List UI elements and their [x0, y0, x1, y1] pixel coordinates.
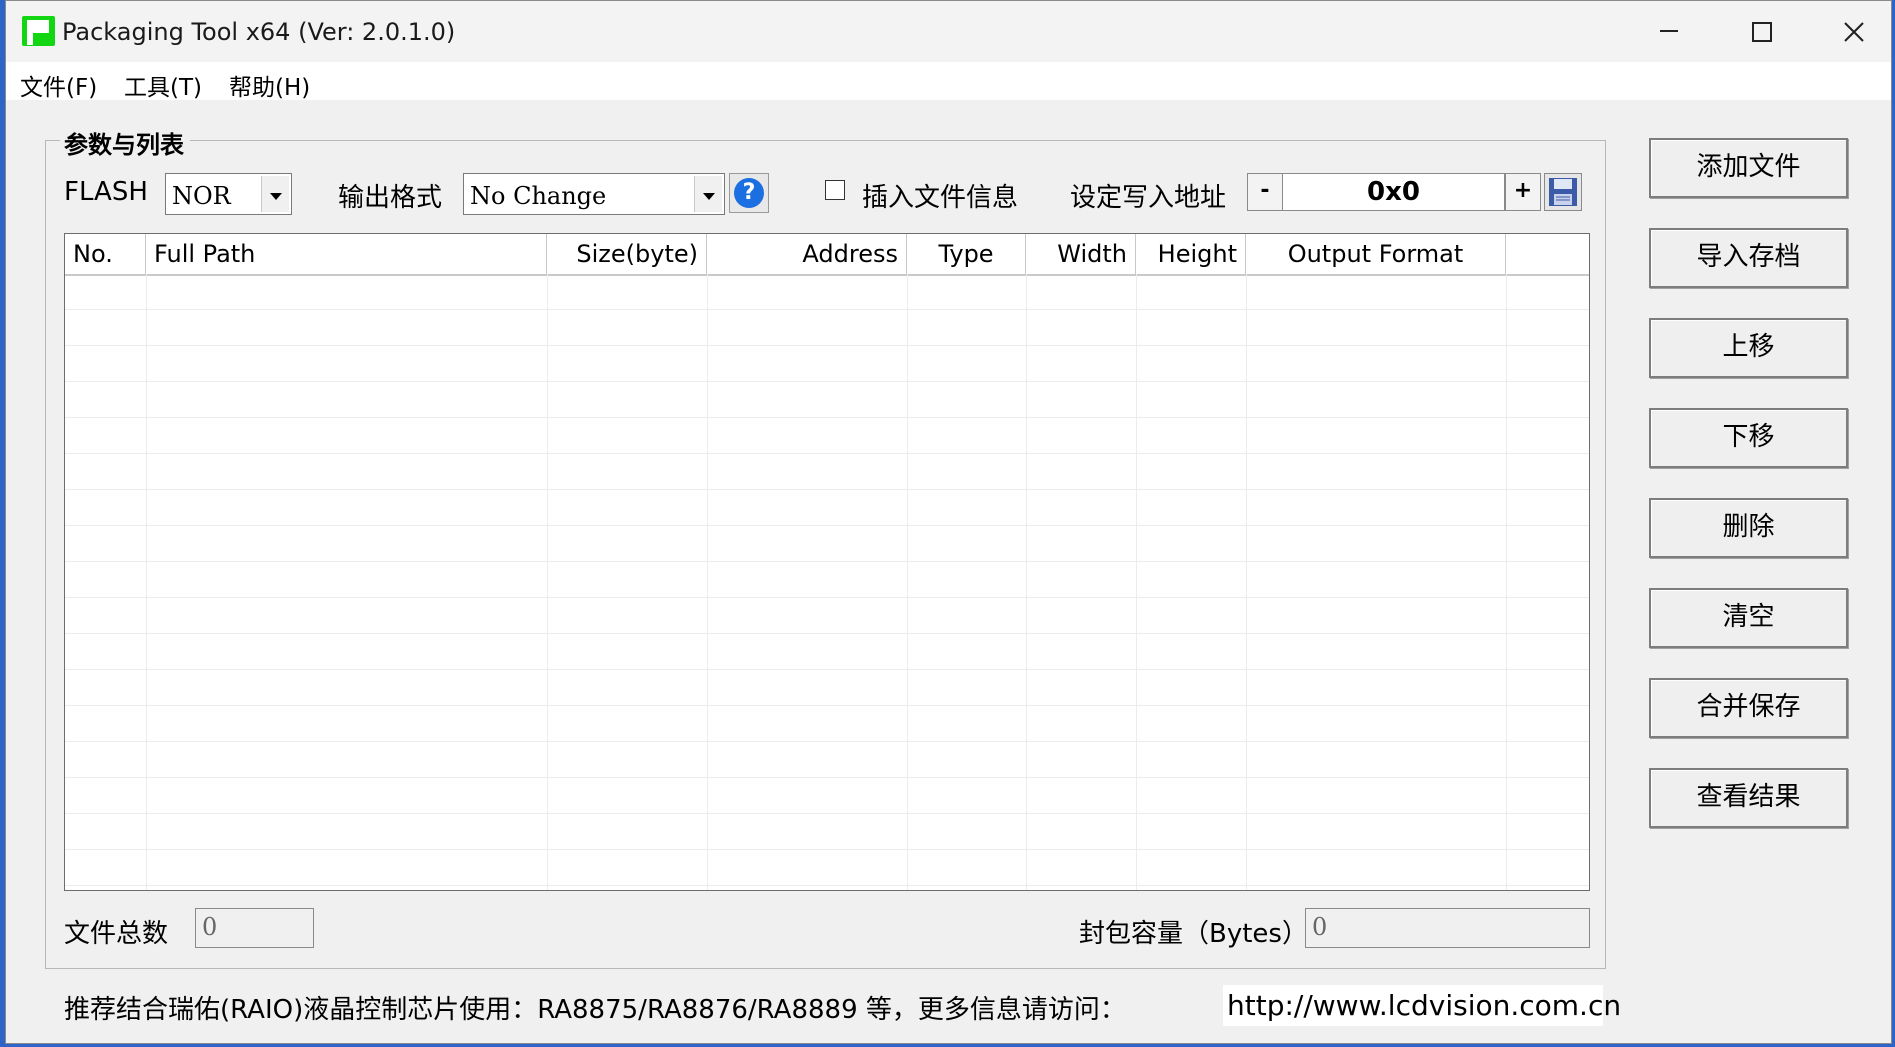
col-size[interactable]: Size(byte) [547, 234, 707, 274]
package-capacity-field: 0 [1305, 908, 1590, 948]
write-address-label: 设定写入地址 [1070, 183, 1227, 213]
total-files-field: 0 [195, 908, 314, 948]
output-format-select[interactable]: No Change [463, 173, 725, 215]
table-row[interactable] [65, 310, 1589, 346]
import-archive-button[interactable]: 导入存档 [1649, 228, 1848, 288]
flash-label: FLASH [64, 177, 148, 207]
group-title: 参数与列表 [60, 125, 190, 160]
address-increment-button[interactable]: + [1505, 173, 1541, 211]
table-row[interactable] [65, 418, 1589, 454]
chevron-down-icon[interactable] [694, 176, 722, 212]
table-row[interactable] [65, 562, 1589, 598]
address-decrement-button[interactable]: - [1247, 173, 1283, 211]
chevron-down-icon[interactable] [261, 176, 289, 212]
view-result-button[interactable]: 查看结果 [1649, 768, 1848, 828]
help-button[interactable]: ? [729, 173, 769, 213]
col-output-format[interactable]: Output Format [1246, 234, 1506, 274]
col-type[interactable]: Type [907, 234, 1026, 274]
table-row[interactable] [65, 670, 1589, 706]
add-file-button[interactable]: 添加文件 [1649, 138, 1848, 198]
table-row[interactable] [65, 634, 1589, 670]
website-link[interactable]: http://www.lcdvision.com.cn [1223, 985, 1621, 1026]
question-mark-icon: ? [734, 178, 764, 208]
delete-button[interactable]: 删除 [1649, 498, 1848, 558]
table-row[interactable] [65, 850, 1589, 886]
col-extra[interactable] [1506, 234, 1589, 274]
table-row[interactable] [65, 706, 1589, 742]
table-row[interactable] [65, 526, 1589, 562]
move-up-button[interactable]: 上移 [1649, 318, 1848, 378]
recommend-text: 推荐结合瑞佑(RAIO)液晶控制芯片使用：RA8875/RA8876/RA888… [64, 995, 1126, 1025]
save-address-button[interactable] [1544, 173, 1582, 211]
table-row[interactable] [65, 778, 1589, 814]
table-header: No. Full Path Size(byte) Address Type Wi… [65, 234, 1589, 276]
table-row[interactable] [65, 598, 1589, 634]
col-address[interactable]: Address [707, 234, 907, 274]
file-table[interactable]: No. Full Path Size(byte) Address Type Wi… [64, 233, 1590, 891]
table-row[interactable] [65, 454, 1589, 490]
table-row[interactable] [65, 490, 1589, 526]
table-row[interactable] [65, 814, 1589, 850]
col-width[interactable]: Width [1026, 234, 1136, 274]
merge-save-button[interactable]: 合并保存 [1649, 678, 1848, 738]
move-down-button[interactable]: 下移 [1649, 408, 1848, 468]
flash-select-value: NOR [172, 182, 231, 210]
floppy-disk-icon [1549, 178, 1577, 206]
total-files-label: 文件总数 [64, 919, 169, 949]
address-input[interactable]: 0x0 [1282, 173, 1505, 211]
col-no[interactable]: No. [65, 234, 146, 274]
insert-info-checkbox[interactable] [825, 180, 845, 200]
package-capacity-label: 封包容量（Bytes） [1079, 919, 1308, 949]
col-height[interactable]: Height [1136, 234, 1246, 274]
output-format-value: No Change [470, 182, 607, 210]
table-row[interactable] [65, 382, 1589, 418]
output-format-label: 输出格式 [338, 183, 443, 213]
clear-button[interactable]: 清空 [1649, 588, 1848, 648]
col-full-path[interactable]: Full Path [146, 234, 547, 274]
table-row[interactable] [65, 346, 1589, 382]
insert-info-label: 插入文件信息 [862, 183, 1019, 213]
table-row[interactable] [65, 274, 1589, 310]
table-row[interactable] [65, 742, 1589, 778]
flash-select[interactable]: NOR [165, 173, 292, 215]
